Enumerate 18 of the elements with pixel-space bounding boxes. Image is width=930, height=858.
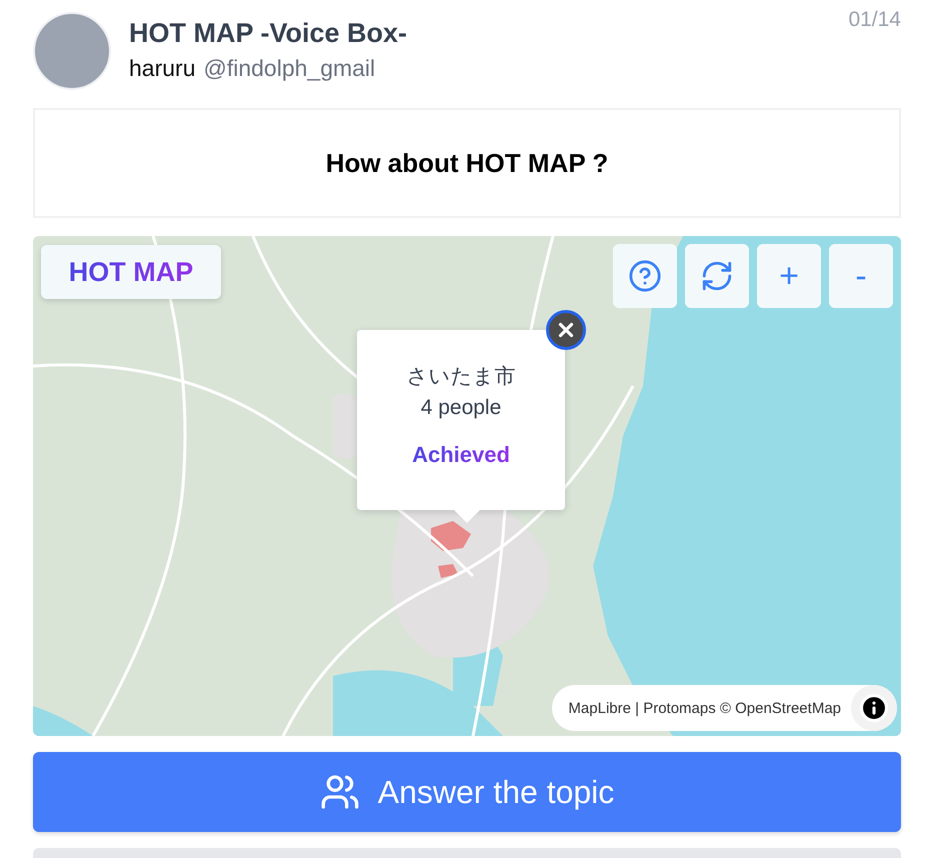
question-card: How about HOT MAP ?	[33, 108, 901, 218]
page-title: HOT MAP -Voice Box-	[129, 18, 408, 49]
info-icon	[859, 693, 889, 723]
user-name: haruru	[129, 55, 196, 82]
refresh-icon	[700, 259, 734, 293]
zoom-in-button[interactable]: +	[757, 244, 821, 308]
info-button[interactable]	[851, 685, 897, 731]
page-counter: 01/14	[848, 8, 901, 32]
people-count: 4 people	[420, 396, 502, 420]
help-icon	[628, 259, 662, 293]
zoom-out-button[interactable]: -	[829, 244, 893, 308]
user-handle: @findolph_gmail	[203, 55, 376, 82]
city-name: さいたま市	[406, 363, 516, 390]
refresh-button[interactable]	[685, 244, 749, 308]
answer-button[interactable]: Answer the topic	[33, 752, 901, 832]
attribution-text: MapLibre | Protomaps © OpenStreetMap	[568, 700, 841, 716]
help-button[interactable]	[613, 244, 677, 308]
hot-map-badge: HOT MAP	[41, 245, 221, 299]
